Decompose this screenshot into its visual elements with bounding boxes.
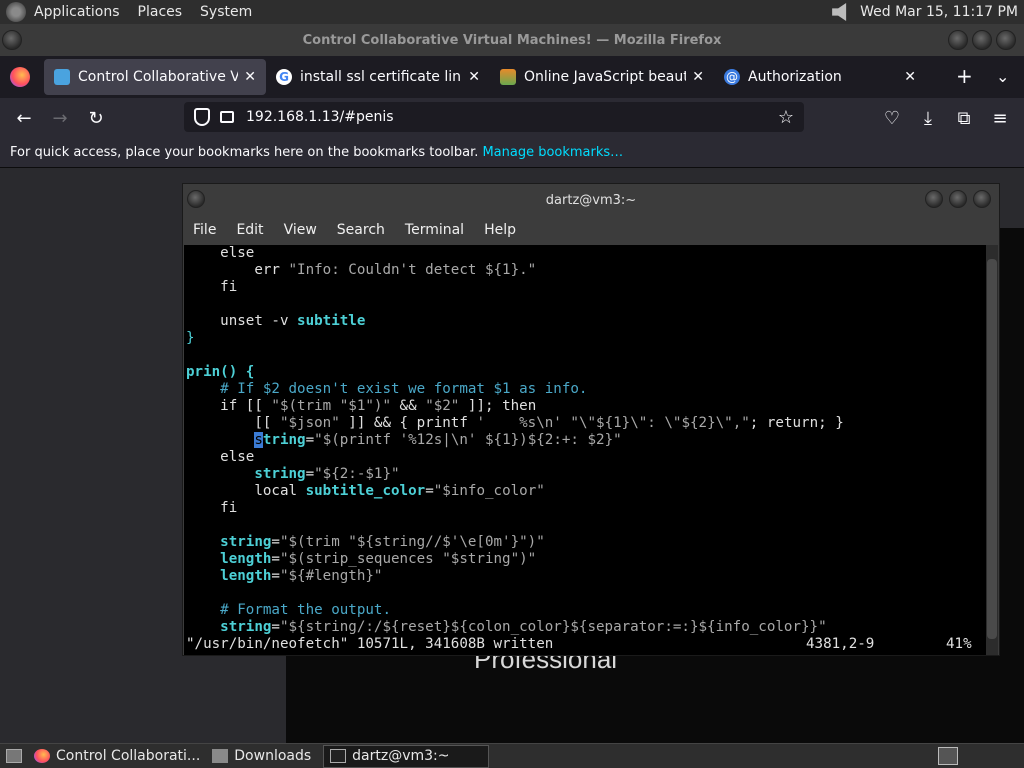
terminal-scrollbar[interactable]: [986, 245, 998, 655]
top-panel: Applications Places System Wed Mar 15, 1…: [0, 0, 1024, 24]
volume-icon[interactable]: [832, 3, 847, 21]
bottom-panel: Control Collaborati... Downloads dartz@v…: [0, 743, 1024, 768]
code-line: fi: [186, 279, 238, 295]
minimize-icon[interactable]: [948, 30, 968, 50]
list-tabs-icon[interactable]: ⌄: [996, 67, 1009, 86]
extensions-icon[interactable]: ⧉: [946, 108, 982, 129]
workspace-switcher-icon[interactable]: [938, 747, 958, 765]
close-tab-icon[interactable]: ✕: [244, 69, 256, 85]
taskbar-item-firefox[interactable]: Control Collaborati...: [28, 745, 206, 768]
back-icon[interactable]: ←: [6, 108, 42, 129]
url-text[interactable]: 192.168.1.13/#penis: [246, 109, 394, 125]
maximize-icon[interactable]: [972, 30, 992, 50]
bookmarks-hint: For quick access, place your bookmarks h…: [10, 145, 479, 160]
code-line: if [[ "$(trim "$1")" && "$2" ]]; then: [186, 398, 537, 414]
menu-search[interactable]: Search: [337, 222, 385, 238]
taskbar-item-downloads[interactable]: Downloads: [206, 745, 317, 768]
code-line: length="${#length}": [220, 568, 383, 584]
vim-status-line: "/usr/bin/neofetch" 10571L, 341608B writ…: [186, 636, 986, 653]
manage-bookmarks-link[interactable]: Manage bookmarks…: [482, 145, 623, 160]
code-line: [[ "$json" ]] && { printf ' %s\n' "\"${1…: [186, 415, 844, 431]
code-line: else: [186, 449, 255, 465]
code-line: string="${string/:/${reset}${colon_color…: [220, 619, 827, 635]
menu-file[interactable]: File: [193, 222, 216, 238]
google-icon: G: [276, 69, 292, 85]
window-menu-icon[interactable]: [187, 190, 205, 208]
tab-bar: Control Collaborative Virtual ✕ G instal…: [0, 56, 1024, 98]
tab-install-ssl[interactable]: G install ssl certificate linux - G ✕: [266, 59, 490, 95]
close-tab-icon[interactable]: ✕: [904, 69, 916, 85]
menu-help[interactable]: Help: [484, 222, 516, 238]
bookmarks-toolbar: For quick access, place your bookmarks h…: [0, 138, 1024, 168]
forward-icon[interactable]: →: [42, 108, 78, 129]
code-line: # Format the output.: [220, 602, 392, 618]
close-window-icon[interactable]: [996, 30, 1016, 50]
code-line: length="$(strip_sequences "$string")": [220, 551, 537, 567]
terminal-title: dartz@vm3:~: [545, 192, 637, 208]
firefox-titlebar: Control Collaborative Virtual Machines! …: [0, 24, 1024, 56]
code-line: }: [186, 330, 195, 346]
tab-js-beautifier[interactable]: Online JavaScript beautifier ✕: [490, 59, 714, 95]
status-message: "/usr/bin/neofetch" 10571L, 341608B writ…: [186, 636, 554, 652]
insecure-lock-icon[interactable]: [220, 111, 234, 123]
code-line: string="$(trim "${string//$'\e[0m'}")": [220, 534, 545, 550]
terminal-titlebar: dartz@vm3:~: [183, 184, 999, 216]
code-line: local subtitle_color="$info_color": [186, 483, 545, 499]
menu-system[interactable]: System: [200, 4, 252, 20]
scrollbar-thumb[interactable]: [987, 259, 997, 639]
new-tab-icon[interactable]: +: [956, 64, 973, 88]
code-line: string="$(printf '%12s|\n' ${1})${2:+: $…: [254, 432, 622, 448]
menu-edit[interactable]: Edit: [236, 222, 263, 238]
menu-view[interactable]: View: [284, 222, 317, 238]
cursor-position: 4381,2-9: [806, 636, 875, 652]
tab-authorization[interactable]: @ Authorization ✕: [714, 59, 926, 95]
code-line: # If $2 doesn't exist we format $1 as in…: [220, 381, 588, 397]
terminal-window[interactable]: dartz@vm3:~ File Edit View Search Termin…: [182, 183, 1000, 656]
hamburger-menu-icon[interactable]: ≡: [982, 108, 1018, 129]
gnome-foot-icon[interactable]: [6, 2, 26, 22]
code-line: fi: [186, 500, 238, 516]
tab-control-collaborative[interactable]: Control Collaborative Virtual ✕: [44, 59, 266, 95]
menu-places[interactable]: Places: [138, 4, 183, 20]
close-window-icon[interactable]: [973, 190, 991, 208]
pocket-icon[interactable]: ♡: [874, 108, 910, 129]
terminal-menubar: File Edit View Search Terminal Help: [183, 216, 999, 244]
reload-icon[interactable]: ↻: [78, 108, 114, 129]
downloads-icon[interactable]: ⤓: [910, 108, 946, 129]
code-line: string="${2:-$1}": [254, 466, 400, 482]
taskbar-item-terminal[interactable]: dartz@vm3:~: [323, 744, 490, 768]
code-line: err "Info: Couldn't detect ${1}.": [186, 262, 537, 278]
monitor-icon: [54, 69, 70, 85]
desktop-icon: [6, 749, 22, 763]
at-icon: @: [724, 69, 740, 85]
window-menu-icon[interactable]: [2, 30, 22, 50]
window-title: Control Collaborative Virtual Machines! …: [302, 32, 722, 48]
close-tab-icon[interactable]: ✕: [692, 69, 704, 85]
menu-applications[interactable]: Applications: [34, 4, 120, 20]
beautifier-icon: [500, 69, 516, 85]
code-line: else: [186, 245, 255, 261]
maximize-icon[interactable]: [949, 190, 967, 208]
terminal-output[interactable]: else err "Info: Couldn't detect ${1}." f…: [184, 245, 986, 655]
url-bar[interactable]: 192.168.1.13/#penis ☆: [184, 102, 804, 132]
folder-icon: [212, 749, 229, 763]
bookmark-star-icon[interactable]: ☆: [778, 107, 794, 128]
menu-terminal[interactable]: Terminal: [405, 222, 464, 238]
terminal-icon: [330, 749, 347, 763]
scroll-percent: 41%: [946, 636, 972, 652]
code-line: unset -v subtitle: [186, 313, 366, 329]
show-desktop-button[interactable]: [0, 745, 28, 768]
nav-bar: ← → ↻ 192.168.1.13/#penis ☆ ♡ ⤓ ⧉ ≡: [0, 98, 1024, 138]
minimize-icon[interactable]: [925, 190, 943, 208]
firefox-icon: [34, 749, 50, 763]
shield-icon[interactable]: [194, 108, 210, 126]
close-tab-icon[interactable]: ✕: [468, 69, 480, 85]
firefox-menu-icon[interactable]: [10, 67, 30, 87]
clock[interactable]: Wed Mar 15, 11:17 PM: [860, 4, 1018, 20]
code-line: prin() {: [186, 364, 255, 380]
